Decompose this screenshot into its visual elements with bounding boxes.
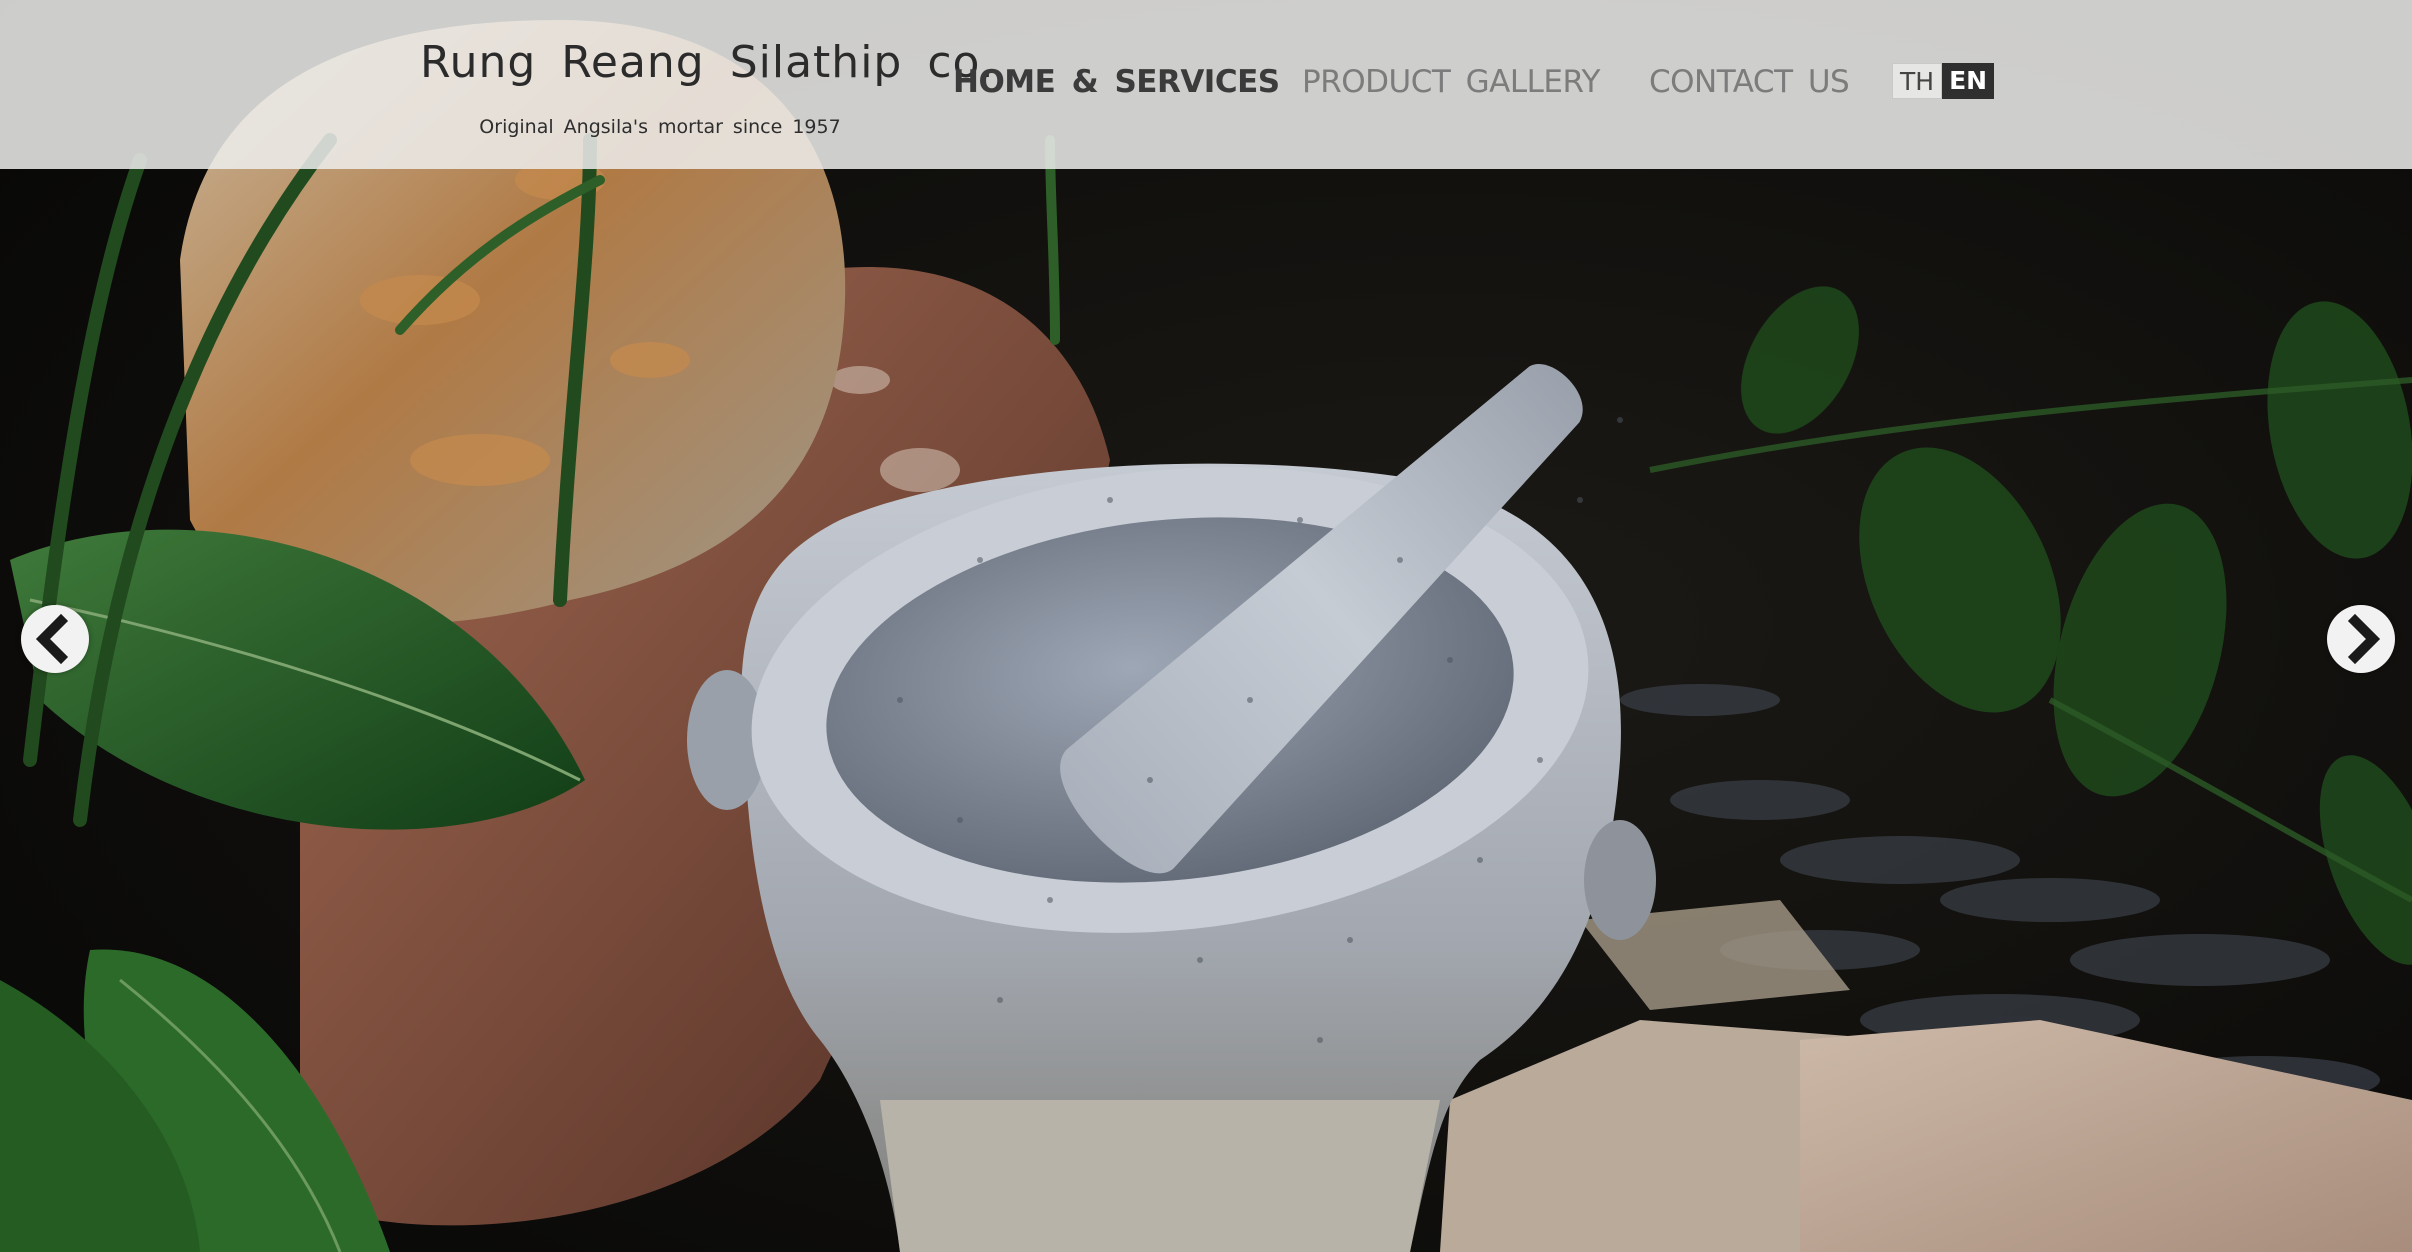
language-th-button[interactable]: TH — [1892, 63, 1943, 99]
nav-home-services[interactable]: HOME & SERVICES — [953, 60, 1280, 104]
brand-title[interactable]: Rung Reang Silathip co. — [420, 28, 994, 98]
nav-product-gallery[interactable]: PRODUCT GALLERY — [1302, 60, 1600, 104]
brand-tagline: Original Angsila's mortar since 1957 — [479, 116, 841, 138]
chevron-right-icon — [2347, 613, 2381, 665]
language-en-button[interactable]: EN — [1942, 63, 1995, 99]
language-switcher: TH EN — [1892, 63, 1995, 99]
hero-slide-image — [0, 0, 2412, 1252]
chevron-left-icon — [35, 613, 69, 665]
carousel-next-button[interactable] — [2327, 605, 2395, 673]
brand[interactable]: Rung Reang Silathip co. Original Angsila… — [420, 28, 994, 138]
nav-contact-us[interactable]: CONTACT US — [1649, 60, 1850, 104]
page: Rung Reang Silathip co. Original Angsila… — [0, 0, 2412, 1252]
site-header: Rung Reang Silathip co. Original Angsila… — [0, 0, 2412, 169]
carousel-prev-button[interactable] — [21, 605, 89, 673]
